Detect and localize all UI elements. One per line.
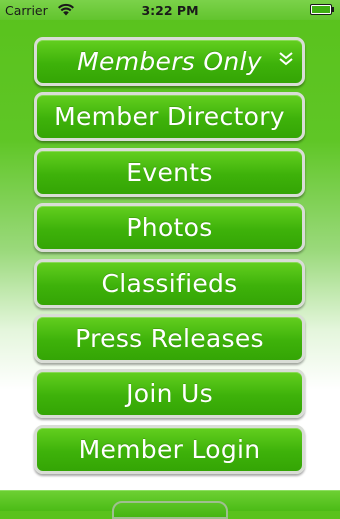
bottom-bar (0, 490, 340, 519)
member-directory-label: Member Directory (54, 102, 285, 132)
press-releases-button[interactable]: Press Releases (34, 313, 305, 363)
photos-label: Photos (126, 213, 213, 243)
press-releases-label: Press Releases (75, 323, 264, 353)
main-menu: Members Only Member Directory Events Pho… (34, 37, 305, 480)
member-login-button[interactable]: Member Login (34, 424, 305, 474)
battery-icon (310, 4, 334, 15)
events-label: Events (126, 157, 213, 187)
members-only-label: Members Only (77, 47, 262, 76)
classifieds-button[interactable]: Classifieds (34, 258, 305, 308)
classifieds-label: Classifieds (101, 268, 238, 298)
photos-button[interactable]: Photos (34, 203, 305, 253)
members-only-button[interactable]: Members Only (34, 37, 305, 86)
status-time: 3:22 PM (141, 3, 199, 18)
status-bar: Carrier 3:22 PM (0, 0, 340, 20)
member-login-label: Member Login (78, 434, 261, 464)
bottom-tab-handle[interactable] (112, 501, 228, 519)
chevron-down-icon[interactable] (278, 51, 294, 67)
member-directory-button[interactable]: Member Directory (34, 92, 305, 142)
join-us-label: Join Us (126, 379, 213, 409)
events-button[interactable]: Events (34, 147, 305, 197)
join-us-button[interactable]: Join Us (34, 369, 305, 419)
